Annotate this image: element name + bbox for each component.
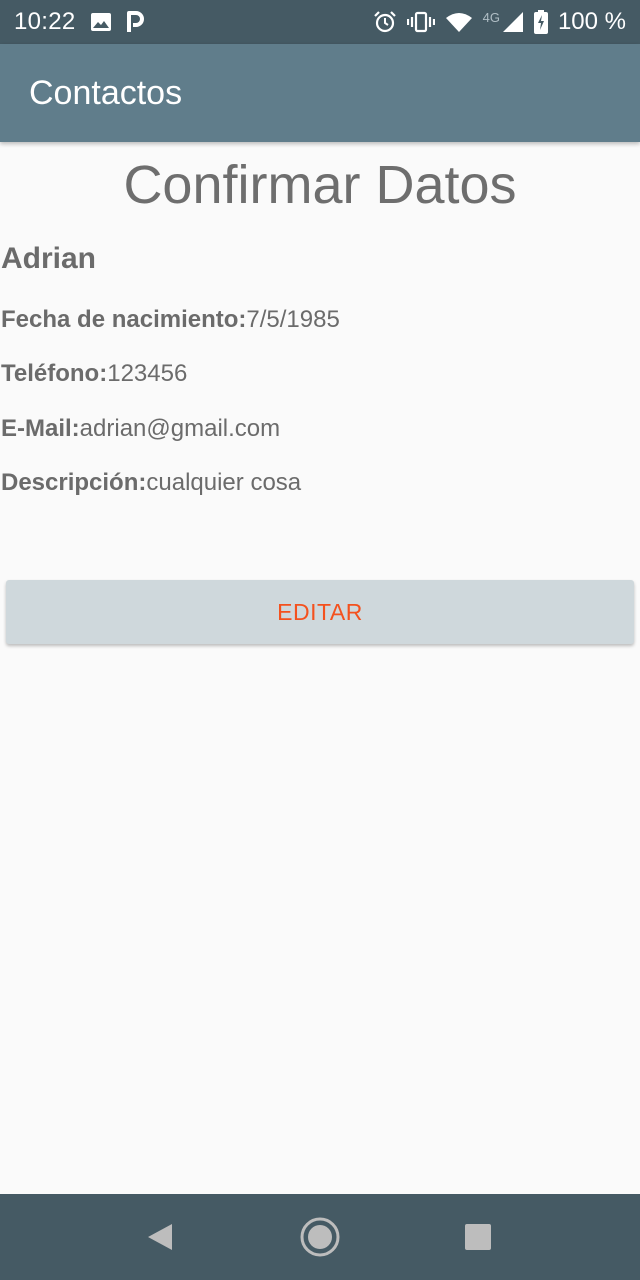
battery-charging-icon [533,10,548,34]
phone-field: Teléfono:123456 [1,360,187,388]
description-field: Descripción:cualquier cosa [1,469,301,497]
page-title: Confirmar Datos [123,155,517,215]
birthdate-label: Fecha de nacimiento: [1,306,247,333]
back-button[interactable] [120,1194,200,1280]
app-title: Contactos [29,73,183,112]
back-icon [146,1222,174,1252]
recents-button[interactable] [438,1194,518,1280]
app-bar: Contactos [0,44,640,142]
vibrate-icon [406,11,435,33]
birthdate-value: 7/5/1985 [246,306,340,333]
email-label: E-Mail: [1,415,80,442]
image-icon [90,12,112,32]
home-icon [299,1216,341,1258]
phone-label: Teléfono: [1,360,108,387]
edit-button[interactable]: EDITAR [6,580,634,644]
recents-icon [464,1223,492,1251]
email-value: adrian@gmail.com [79,415,281,442]
contact-name: Adrian [1,242,97,275]
phone-value: 123456 [107,360,188,387]
alarm-icon [373,10,397,34]
network-type-label: 4G [482,9,500,25]
birthdate-field: Fecha de nacimiento:7/5/1985 [1,306,340,334]
battery-percentage: 100 % [557,8,626,35]
email-field: E-Mail:adrian@gmail.com [1,415,280,443]
status-bar: 10:22 4G 100 % [0,0,640,44]
status-time: 10:22 [14,8,76,35]
home-button[interactable] [280,1194,360,1280]
parking-icon [126,11,144,33]
wifi-icon [445,11,473,33]
signal-icon [502,11,524,33]
description-value: cualquier cosa [146,469,302,496]
description-label: Descripción: [1,469,147,496]
navigation-bar [0,1194,640,1280]
